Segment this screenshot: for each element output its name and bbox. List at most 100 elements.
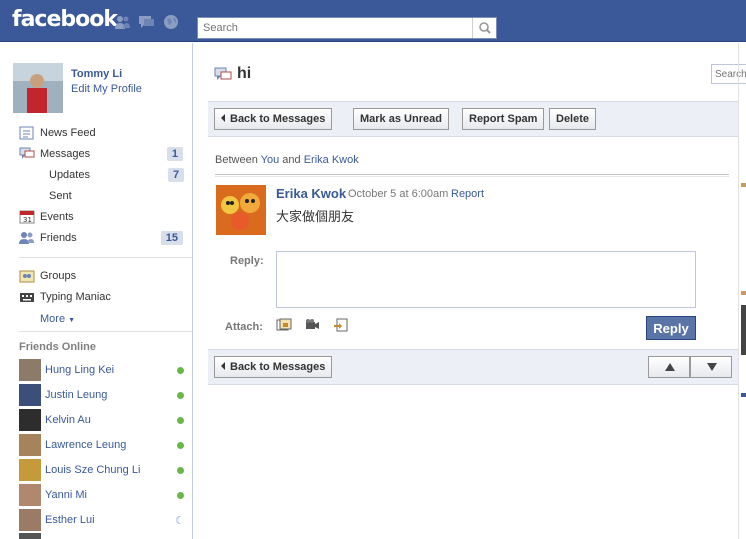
nav-item-friends[interactable]: Friends 15 [19,230,189,248]
facebook-logo[interactable]: facebook [12,7,118,32]
friends-icon[interactable] [114,14,131,30]
friend-online-item[interactable]: Esther Lui ☾ [19,509,189,531]
next-message-button[interactable] [690,356,732,378]
nav-item-events[interactable]: 31 Events [19,209,189,227]
delete-button[interactable]: Delete [549,108,597,130]
previous-message-button[interactable] [648,356,690,378]
message-thread-icon [214,67,232,80]
updates-count-badge: 7 [168,168,185,182]
cropped-content-marker [741,183,746,187]
nav-item-messages[interactable]: Messages 1 [19,146,189,164]
back-to-messages-button-bottom[interactable]: Back to Messages [214,356,333,378]
online-status-dot [177,467,184,474]
friends-icon [19,232,34,244]
friend-online-item[interactable]: Lawrence Leung [19,434,189,456]
online-status-dot [177,442,184,449]
friends-count-badge: 15 [160,231,183,245]
search-input[interactable] [198,18,470,38]
search-button[interactable] [472,18,496,38]
nav-item-label: Messages [40,148,91,160]
cropped-content-marker [741,305,746,355]
friends-online-heading: Friends Online [19,341,97,353]
friend-name: Lawrence Leung [45,439,127,451]
chevron-down-icon: ▼ [68,317,76,324]
notifications-globe-icon[interactable] [163,14,180,30]
top-bar: facebook [0,0,746,42]
attach-video-icon[interactable] [304,318,320,332]
friend-name: Justin Leung [45,389,108,401]
reply-button[interactable]: Reply [646,316,696,340]
nav-item-news-feed[interactable]: News Feed [19,125,189,143]
nav-item-typing-maniac[interactable]: Typing Maniac [19,289,189,307]
profile-name-link[interactable]: Tommy Li [71,68,122,80]
nav-item-sent[interactable]: Sent [49,190,72,202]
more-link[interactable]: More ▼ [40,313,75,325]
messages-icon[interactable] [138,14,155,30]
calendar-icon: 31 [19,210,35,224]
friend-online-item[interactable]: Kelvin Au [19,409,189,431]
divider [215,174,729,177]
friend-name: Hung Ling Kei [45,364,115,376]
cropped-content-marker [741,393,746,397]
online-status-dot [177,417,184,424]
friend-avatar [19,509,41,531]
between-and: and [282,154,301,166]
edit-profile-link[interactable]: Edit My Profile [71,83,142,95]
online-status-dot [177,392,184,399]
between-prefix: Between [215,154,258,166]
sender-photo [216,185,266,235]
reply-textarea[interactable] [276,251,696,308]
nav-item-label: Friends [40,232,77,244]
friend-online-item[interactable]: Yanni Mi [19,484,189,506]
friend-avatar [19,459,41,481]
friend-avatar [19,359,41,381]
nav-item-updates[interactable]: Updates [49,169,90,181]
report-spam-button[interactable]: Report Spam [462,108,545,130]
message-timestamp: October 5 at 6:00am [348,188,449,200]
friend-online-item[interactable]: Louis Sze Chung Li [19,459,189,481]
back-arrow-icon [221,362,225,370]
divider [19,331,192,332]
friend-avatar [19,384,41,406]
thread-title: hi [237,65,252,82]
back-to-messages-button[interactable]: Back to Messages [214,108,333,130]
nav-item-groups[interactable]: Groups [19,268,189,286]
divider [19,257,192,258]
search-box [197,17,497,39]
thread-participants: Between You and Erika Kwok [215,154,359,166]
attach-link-icon[interactable] [333,318,349,332]
mark-as-unread-button[interactable]: Mark as Unread [353,108,449,130]
typing-maniac-icon [20,293,34,302]
right-column-edge [738,43,746,539]
sender-avatar[interactable] [216,185,266,235]
friend-name: Yanni Mi [45,489,87,501]
back-arrow-icon [221,114,225,122]
profile-avatar[interactable] [13,63,63,113]
friend-name: Kelvin Au [45,414,91,426]
groups-icon [19,270,35,283]
nav-item-label: Events [40,211,74,223]
nav-item-label: Groups [40,270,77,282]
participant-link[interactable]: Erika Kwok [304,154,359,166]
nav-item-label: News Feed [40,127,96,139]
messages-icon [19,147,35,159]
arrow-up-icon [665,363,675,371]
friend-avatar [19,434,41,456]
participant-you-link[interactable]: You [261,154,280,166]
magnifier-icon [479,22,491,34]
report-message-link[interactable]: Report [451,188,484,200]
arrow-down-icon [707,363,717,371]
news-feed-icon [19,126,34,140]
friend-avatar [19,533,41,539]
left-sidebar: Tommy Li Edit My Profile News Feed Messa… [0,43,193,539]
friend-name: Louis Sze Chung Li [45,464,141,476]
friend-online-item[interactable]: Justin Leung [19,384,189,406]
friend-online-item[interactable]: Hung Ling Kei [19,359,189,381]
attach-photo-icon[interactable] [276,318,292,332]
online-status-dot [177,367,184,374]
sender-name-link[interactable]: Erika Kwok [276,186,346,201]
idle-moon-icon: ☾ [175,515,185,527]
friend-online-item[interactable] [19,533,189,539]
button-label: Back to Messages [230,361,326,373]
nav-item-label: Typing Maniac [40,291,111,303]
